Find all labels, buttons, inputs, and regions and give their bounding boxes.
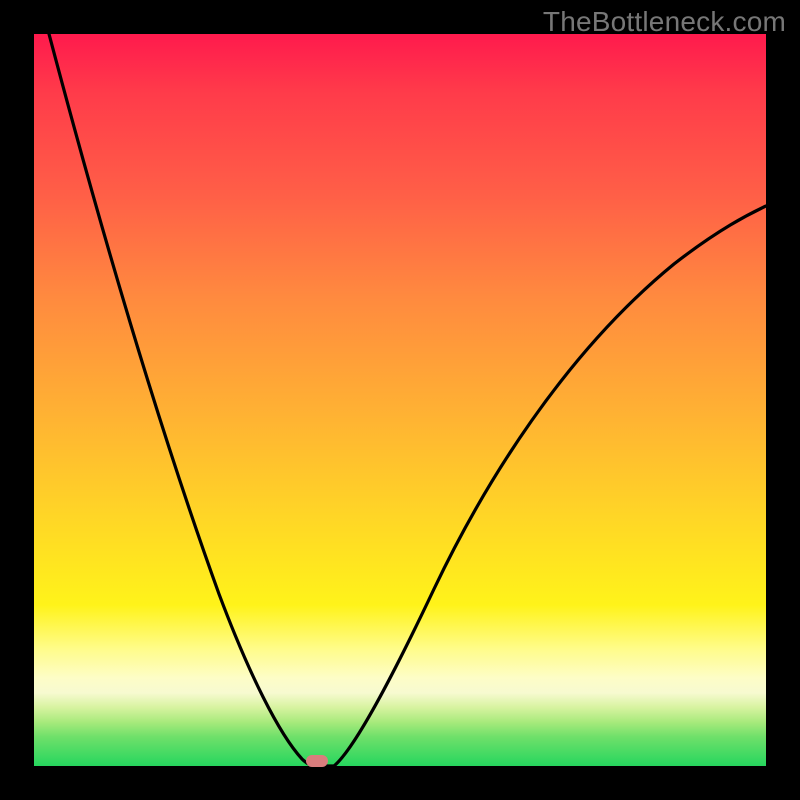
optimum-marker — [306, 755, 328, 767]
curve-path — [49, 34, 766, 766]
plot-area — [34, 34, 766, 766]
bottleneck-curve — [34, 34, 766, 766]
outer-frame: TheBottleneck.com — [0, 0, 800, 800]
